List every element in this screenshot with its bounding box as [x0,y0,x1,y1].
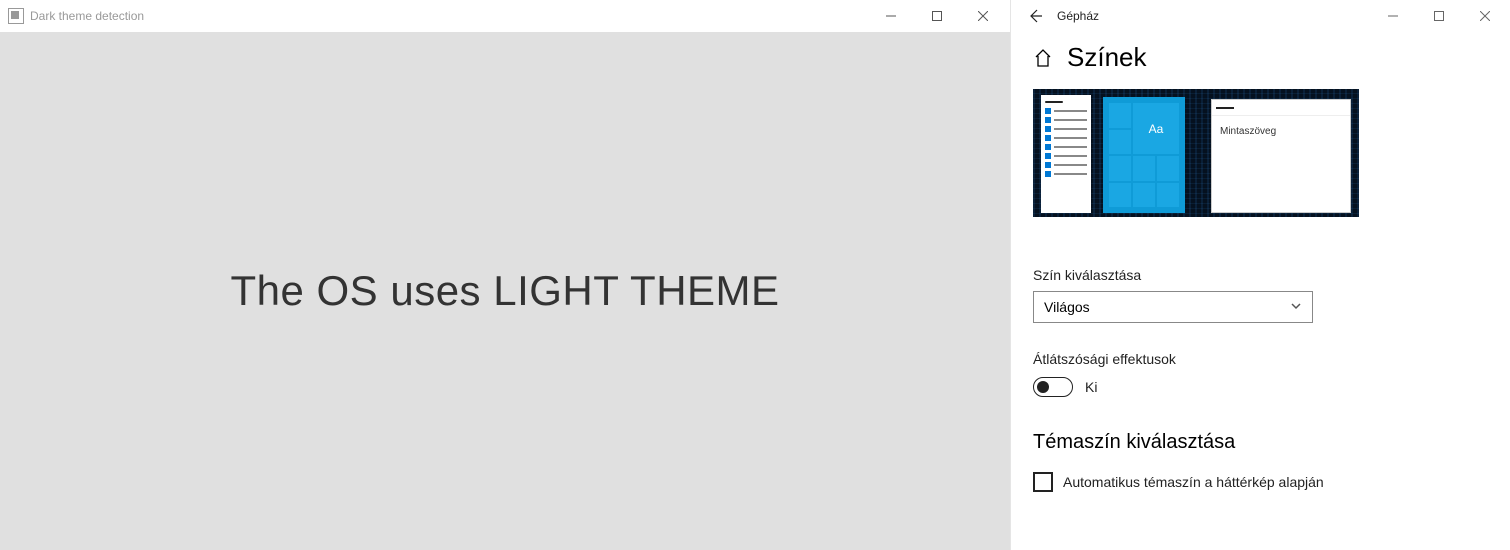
auto-accent-label: Automatikus témaszín a háttérkép alapján [1063,474,1324,490]
auto-accent-row: Automatikus témaszín a háttérkép alapján [1033,472,1488,492]
chevron-down-icon [1290,299,1302,315]
settings-maximize-button[interactable] [1416,0,1462,32]
auto-accent-checkbox[interactable] [1033,472,1053,492]
settings-window: Gépház Színek [1010,0,1510,550]
close-button[interactable] [960,0,1006,32]
minimize-button[interactable] [868,0,914,32]
app-icon [8,8,24,24]
toggle-knob-icon [1037,381,1049,393]
color-select-label: Szín kiválasztása [1033,267,1488,283]
transparency-toggle[interactable] [1033,377,1073,397]
preview-sample-text: Mintaszöveg [1212,116,1350,147]
app-title: Dark theme detection [30,9,144,23]
transparency-state: Ki [1085,379,1097,395]
preview-window-icon: Mintaszöveg [1211,99,1351,213]
home-icon[interactable] [1033,48,1053,68]
transparency-toggle-row: Ki [1033,377,1488,397]
app-titlebar: Dark theme detection [0,0,1010,32]
color-select-dropdown[interactable]: Világos [1033,291,1313,323]
preview-taskbar-icon [1041,95,1091,213]
preview-start-icon: Aa [1103,97,1185,213]
preview-tile-label: Aa [1133,103,1179,154]
accent-subheader: Témaszín kiválasztása [1033,431,1488,454]
theme-status-text: The OS uses LIGHT THEME [230,267,779,315]
window-controls [868,0,1006,32]
transparency-label: Átlátszósági effektusok [1033,351,1488,367]
settings-minimize-button[interactable] [1370,0,1416,32]
back-button[interactable] [1019,0,1051,32]
theme-preview: Aa Mintaszöveg [1033,89,1359,217]
maximize-button[interactable] [914,0,960,32]
settings-close-button[interactable] [1462,0,1508,32]
app-window: Dark theme detection The OS uses LIGHT T… [0,0,1010,550]
settings-content: Színek Aa [1011,32,1510,550]
page-header-row: Színek [1033,42,1488,73]
settings-window-controls [1370,0,1508,32]
app-body: The OS uses LIGHT THEME [0,32,1010,550]
settings-window-title: Gépház [1057,9,1099,23]
color-select-value: Világos [1044,299,1090,315]
page-header: Színek [1067,42,1147,73]
settings-titlebar: Gépház [1011,0,1510,32]
